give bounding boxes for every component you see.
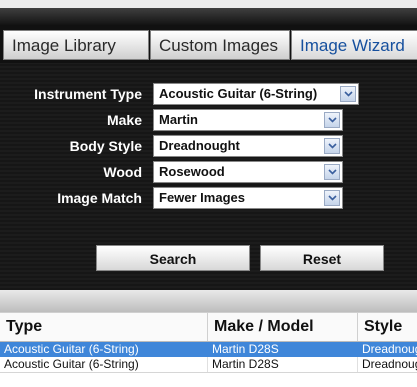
body-style-label: Body Style [69,138,142,154]
image-match-label: Image Match [57,190,142,206]
chevron-down-icon[interactable] [324,164,340,180]
results-table-header: Type Make / Model Style [0,312,417,342]
column-header-make-model[interactable]: Make / Model [208,313,358,341]
column-header-type[interactable]: Type [0,313,208,341]
cell-style: Dreadnought [358,357,417,372]
make-label: Make [106,112,142,128]
tab-bar: Image Library Custom Images Image Wizard [0,25,417,63]
field-row-body-style: Body Style Dreadnought [0,134,417,158]
image-wizard-window: Image Library Custom Images Image Wizard… [0,0,417,387]
instrument-type-label: Instrument Type [34,86,142,102]
field-row-make: Make Martin [0,108,417,132]
instrument-type-value: Acoustic Guitar (6-String) [159,86,318,101]
cell-type: Acoustic Guitar (6-String) [4,342,139,356]
cell-type: Acoustic Guitar (6-String) [0,357,208,372]
body-style-select[interactable]: Dreadnought [153,135,343,157]
tab-custom-images[interactable]: Custom Images [150,30,290,60]
image-match-select[interactable]: Fewer Images [153,187,343,209]
cell-make-model: Martin D28S [212,342,279,356]
cell-make-model: Martin D28S [208,357,358,372]
cell-style: Dreadnought [362,342,417,356]
tab-image-wizard[interactable]: Image Wizard [291,30,417,60]
field-row-image-match: Image Match Fewer Images [0,186,417,210]
chevron-down-icon[interactable] [324,112,340,128]
column-header-style[interactable]: Style [358,313,417,341]
table-row[interactable]: Acoustic Guitar (6-String) Martin D28S D… [0,342,417,357]
make-select[interactable]: Martin [153,109,343,131]
tab-image-library[interactable]: Image Library [3,30,149,60]
make-value: Martin [159,112,198,127]
reset-button[interactable]: Reset [260,245,384,271]
chevron-down-icon[interactable] [340,86,356,102]
search-button[interactable]: Search [96,245,250,271]
body-style-value: Dreadnought [159,138,240,153]
header-bar [0,8,417,25]
wood-label: Wood [103,164,142,180]
image-match-value: Fewer Images [159,190,245,205]
wood-select[interactable]: Rosewood [153,161,343,183]
field-row-wood: Wood Rosewood [0,160,417,184]
instrument-type-select[interactable]: Acoustic Guitar (6-String) [153,83,359,105]
top-strip [0,0,417,8]
results-separator [0,290,417,312]
wood-value: Rosewood [159,164,225,179]
chevron-down-icon[interactable] [324,190,340,206]
field-row-instrument-type: Instrument Type Acoustic Guitar (6-Strin… [0,82,417,106]
chevron-down-icon[interactable] [324,138,340,154]
table-row[interactable]: Acoustic Guitar (6-String) Martin D28S D… [0,357,417,373]
